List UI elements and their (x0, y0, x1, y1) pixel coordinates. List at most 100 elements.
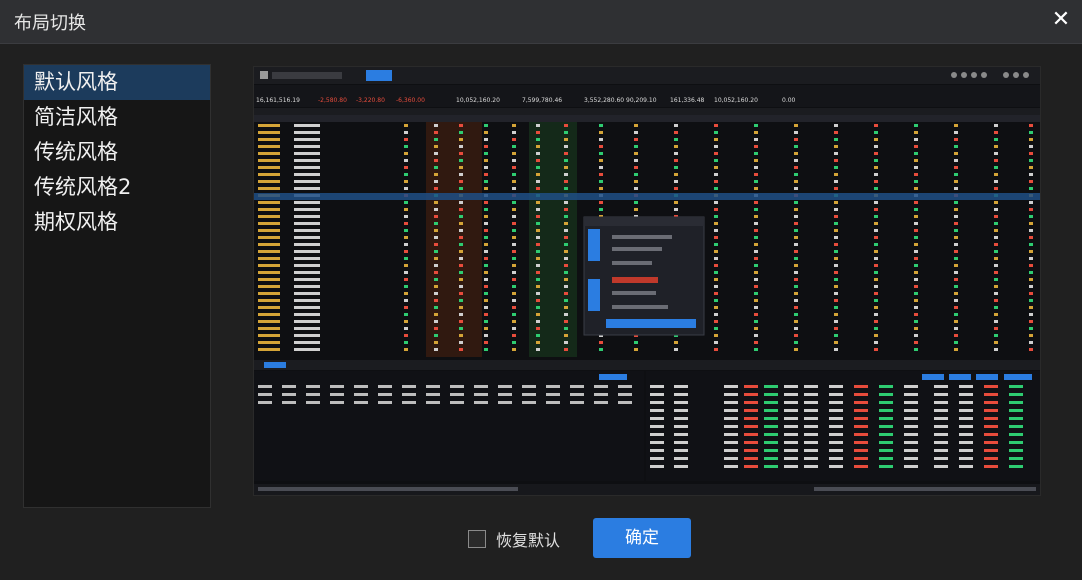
layout-item-default[interactable]: 默认风格 (24, 65, 210, 100)
preview-left-cell (426, 401, 440, 404)
preview-left-cell (354, 401, 368, 404)
preview-row-cell (512, 257, 516, 260)
preview-right-cell (674, 441, 688, 444)
preview-row-cell (404, 341, 408, 344)
preview-row-cell (484, 131, 488, 134)
preview-right-cell (804, 465, 818, 468)
preview-left-cell (306, 401, 320, 404)
preview-row-cell (564, 159, 568, 162)
preview-row-cell (674, 180, 678, 183)
preview-row-cell (914, 341, 918, 344)
preview-row-cell (536, 278, 540, 281)
preview-row-cell (914, 327, 918, 330)
preview-row-cell (599, 166, 603, 169)
preview-row-cell (874, 208, 878, 211)
preview-row-cell (1029, 173, 1033, 176)
preview-row-cell (404, 138, 408, 141)
preview-row-cell (459, 208, 463, 211)
preview-row-cell (794, 313, 798, 316)
preview-row-cell (954, 166, 958, 169)
preview-row-cell (754, 306, 758, 309)
reset-default-checkbox[interactable] (468, 530, 486, 548)
preview-row-cell (404, 201, 408, 204)
preview-row-cell (874, 229, 878, 232)
preview-row-code (258, 124, 280, 127)
preview-row-cell (564, 236, 568, 239)
preview-row-cell (834, 320, 838, 323)
preview-thumbnail: 16,161,516.19 -2,580.80 -3,220.80 -6,360.00… (254, 67, 1040, 495)
preview-row-cell (994, 124, 998, 127)
preview-right-cell (650, 409, 664, 412)
preview-right-cell (650, 417, 664, 420)
preview-row-cell (536, 341, 540, 344)
preview-row-cell (714, 159, 718, 162)
preview-row-cell (1029, 348, 1033, 351)
preview-row-cell (536, 306, 540, 309)
dialog-titlebar: 布局切换 ✕ (0, 0, 1082, 44)
close-icon[interactable]: ✕ (1048, 7, 1074, 33)
preview-right-cell (1009, 409, 1023, 412)
preview-row-cell (484, 264, 488, 267)
preview-row-cell (599, 173, 603, 176)
preview-row-cell (914, 201, 918, 204)
preview-row-cell (834, 215, 838, 218)
preview-left-cell (402, 393, 416, 396)
preview-row-cell (434, 138, 438, 141)
preview-row-cell (834, 222, 838, 225)
preview-row-cell (434, 145, 438, 148)
preview-right-cell (724, 401, 738, 404)
preview-right-cell (934, 449, 948, 452)
preview-row-name (294, 138, 320, 141)
preview-row-cell (536, 250, 540, 253)
preview-row-cell (404, 229, 408, 232)
preview-row-cell (754, 180, 758, 183)
preview-row-cell (459, 138, 463, 141)
preview-row-cell (484, 313, 488, 316)
preview-row-cell (484, 201, 488, 204)
preview-row-name (294, 334, 320, 337)
preview-row-cell (536, 131, 540, 134)
preview-right-cell (854, 425, 868, 428)
preview-row-cell (794, 166, 798, 169)
preview-row-cell (914, 278, 918, 281)
preview-row-cell (404, 306, 408, 309)
preview-left-cell (594, 401, 608, 404)
preview-row-cell (536, 166, 540, 169)
preview-right-cell (1009, 385, 1023, 388)
preview-right-cell (650, 401, 664, 404)
preview-right-cell (904, 465, 918, 468)
preview-row-cell (459, 152, 463, 155)
preview-row-cell (459, 173, 463, 176)
preview-right-cell (934, 441, 948, 444)
preview-stat-value: 10,052,160.20 (456, 97, 500, 104)
preview-row-cell (874, 124, 878, 127)
layout-item-simple[interactable]: 简洁风格 (24, 100, 210, 135)
layout-item-traditional[interactable]: 传统风格 (24, 135, 210, 170)
preview-row-code (258, 285, 280, 288)
preview-row-cell (536, 243, 540, 246)
preview-right-cell (829, 409, 843, 412)
preview-row-cell (714, 208, 718, 211)
preview-row-cell (1029, 341, 1033, 344)
preview-right-cell (879, 401, 893, 404)
preview-right-cell (934, 409, 948, 412)
preview-row-cell (714, 152, 718, 155)
preview-row-cell (994, 131, 998, 134)
preview-row-cell (954, 271, 958, 274)
preview-row-cell (512, 292, 516, 295)
preview-right-cell (674, 425, 688, 428)
layout-item-options[interactable]: 期权风格 (24, 205, 210, 240)
preview-row-cell (754, 159, 758, 162)
preview-stat-value: 10,052,160.20 (714, 97, 758, 104)
reset-default-toggle[interactable]: 恢复默认 (468, 527, 560, 551)
preview-right-cell (984, 433, 998, 436)
layout-item-traditional-2[interactable]: 传统风格2 (24, 170, 210, 205)
preview-left-cell (618, 393, 632, 396)
preview-right-cell (959, 441, 973, 444)
preview-left-cell (594, 393, 608, 396)
preview-right-cell (650, 441, 664, 444)
preview-row-cell (404, 313, 408, 316)
ok-button[interactable]: 确定 (593, 518, 691, 558)
preview-row-cell (404, 145, 408, 148)
preview-right-cell (804, 441, 818, 444)
